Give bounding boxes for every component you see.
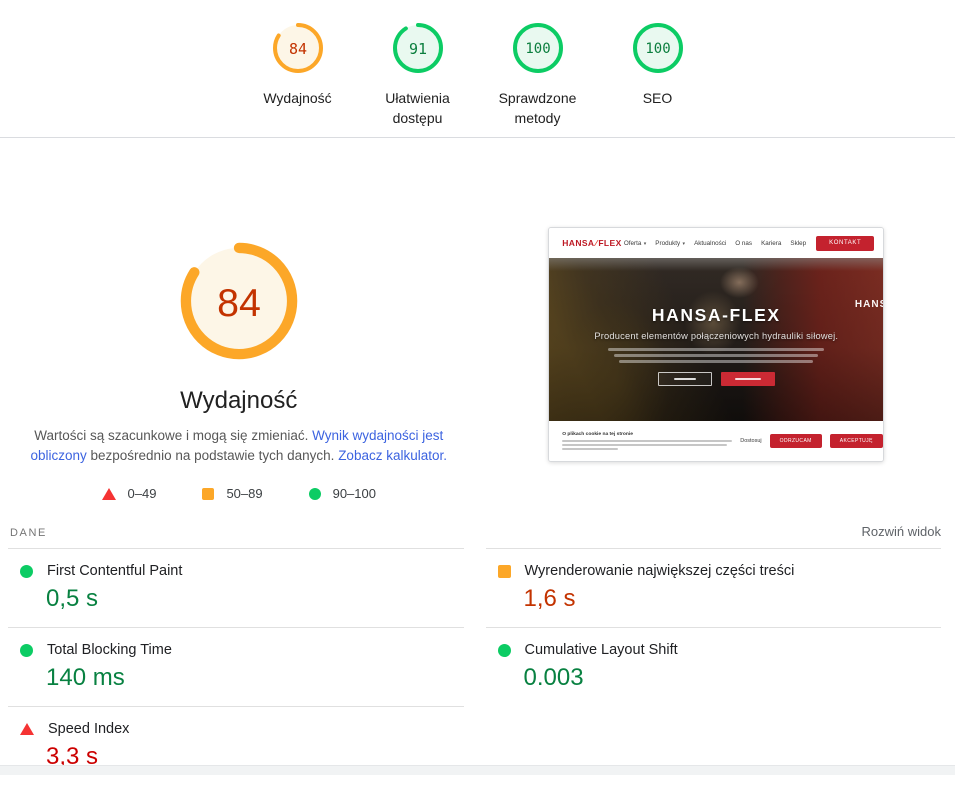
legend-item-average: 50–89 bbox=[202, 486, 262, 501]
site-hero-primary-button bbox=[721, 372, 775, 386]
metrics-section: DANE Rozwiń widok First Contentful Paint… bbox=[0, 516, 955, 785]
metrics-section-label: DANE bbox=[10, 527, 47, 539]
svg-text:100: 100 bbox=[645, 41, 670, 57]
site-nav-item: O nas bbox=[735, 240, 752, 247]
site-cookie-banner: O plikach cookie na tej stronie Dostosuj… bbox=[549, 421, 883, 461]
cookie-reject-button: ODRZUCAM bbox=[770, 434, 822, 448]
cookie-paragraph-placeholder bbox=[562, 440, 732, 442]
metric-label: First Contentful Paint bbox=[47, 563, 182, 579]
average-square-icon bbox=[498, 565, 511, 578]
site-hero-paragraph-placeholder bbox=[608, 348, 824, 363]
calculator-link[interactable]: Zobacz kalkulator. bbox=[338, 448, 447, 463]
category-label: Sprawdzone metody bbox=[482, 88, 594, 128]
cookie-customize-link: Dostosuj bbox=[740, 438, 761, 444]
average-square-icon bbox=[202, 488, 214, 500]
site-nav: Oferta ▾ Produkty ▾ Aktualności O nas Ka… bbox=[624, 240, 806, 247]
next-section-edge bbox=[0, 765, 955, 775]
site-hero-subtitle: Producent elementów połączeniowych hydra… bbox=[594, 331, 838, 341]
category-scores-row: 84 Wydajność 91 Ułatwienia dostępu 100 bbox=[238, 0, 718, 137]
metric-label: Speed Index bbox=[48, 721, 129, 737]
svg-text:91: 91 bbox=[408, 40, 426, 58]
category-label: Ułatwienia dostępu bbox=[362, 88, 474, 128]
chevron-down-icon: ▾ bbox=[681, 241, 685, 247]
svg-text:100: 100 bbox=[525, 41, 550, 57]
category-best-practices[interactable]: 100 Sprawdzone metody bbox=[478, 20, 598, 137]
metric-value: 0.003 bbox=[524, 663, 942, 693]
good-circle-icon bbox=[309, 488, 321, 500]
cookie-accept-button: AKCEPTUJĘ bbox=[830, 434, 883, 448]
svg-text:84: 84 bbox=[288, 40, 306, 58]
metric-value: 0,5 s bbox=[46, 584, 464, 614]
best-practices-gauge-icon: 100 bbox=[510, 20, 566, 76]
poor-triangle-icon bbox=[20, 723, 34, 735]
metric-label: Total Blocking Time bbox=[47, 642, 172, 658]
legend-item-good: 90–100 bbox=[309, 486, 376, 501]
site-hero-image: HANS HANSA-FLEX Producent elementów połą… bbox=[549, 258, 883, 421]
performance-gauge-icon: 84 bbox=[270, 20, 326, 76]
site-hero-buttons bbox=[658, 372, 775, 386]
category-label: SEO bbox=[643, 88, 673, 108]
metric-largest-contentful-paint: Wyrenderowanie największej części treści… bbox=[486, 548, 942, 627]
site-hero-title: HANSA-FLEX bbox=[652, 305, 781, 326]
chevron-down-icon: ▾ bbox=[642, 241, 646, 247]
site-contact-button: KONTAKT bbox=[816, 236, 874, 251]
site-nav-item: Sklep bbox=[790, 240, 806, 247]
metrics-column-right: Wyrenderowanie największej części treści… bbox=[486, 548, 942, 785]
site-nav-item: Oferta ▾ bbox=[624, 240, 646, 247]
performance-score-gauge: 84 bbox=[180, 242, 298, 360]
category-scores-header: 84 Wydajność 91 Ułatwienia dostępu 100 bbox=[0, 0, 955, 138]
cookie-banner-title: O plikach cookie na tej stronie bbox=[562, 432, 732, 437]
seo-gauge-icon: 100 bbox=[630, 20, 686, 76]
site-hero-secondary-button bbox=[658, 372, 712, 386]
cookie-text-block: O plikach cookie na tej stronie bbox=[562, 432, 732, 450]
site-nav-item: Produkty ▾ bbox=[655, 240, 685, 247]
screenshot-pane: HANSA⁄FLEX Oferta ▾ Produkty ▾ Aktualnoś… bbox=[478, 138, 955, 516]
metrics-grid: First Contentful Paint 0,5 s Total Block… bbox=[8, 548, 941, 785]
legend-range: 90–100 bbox=[333, 486, 376, 501]
score-description: Wartości są szacunkowe i mogą się zmieni… bbox=[21, 426, 457, 466]
poor-triangle-icon bbox=[102, 488, 116, 500]
metric-first-contentful-paint: First Contentful Paint 0,5 s bbox=[8, 548, 464, 627]
good-circle-icon bbox=[20, 565, 33, 578]
good-circle-icon bbox=[498, 644, 511, 657]
legend-range: 0–49 bbox=[128, 486, 157, 501]
metric-value: 1,6 s bbox=[524, 584, 942, 614]
cookie-paragraph-placeholder bbox=[562, 444, 727, 446]
score-pane: 84 Wydajność Wartości są szacunkowe i mo… bbox=[0, 138, 478, 516]
score-description-text: bezpośrednio na podstawie tych danych. bbox=[87, 448, 338, 463]
category-performance[interactable]: 84 Wydajność bbox=[238, 20, 358, 137]
site-nav-item: Aktualności bbox=[694, 240, 726, 247]
accessibility-gauge-icon: 91 bbox=[390, 20, 446, 76]
site-hero-content: HANSA-FLEX Producent elementów połączeni… bbox=[549, 258, 883, 421]
score-title: Wydajność bbox=[180, 386, 297, 416]
score-description-text: Wartości są szacunkowe i mogą się zmieni… bbox=[34, 428, 312, 443]
metric-label: Cumulative Layout Shift bbox=[525, 642, 678, 658]
svg-text:84: 84 bbox=[217, 281, 261, 325]
site-nav-item: Kariera bbox=[761, 240, 781, 247]
expand-view-button[interactable]: Rozwiń widok bbox=[862, 524, 941, 539]
legend-item-poor: 0–49 bbox=[102, 486, 157, 501]
metric-label: Wyrenderowanie największej części treści bbox=[525, 563, 795, 579]
site-header: HANSA⁄FLEX Oferta ▾ Produkty ▾ Aktualnoś… bbox=[549, 228, 883, 258]
good-circle-icon bbox=[20, 644, 33, 657]
page-screenshot-thumbnail[interactable]: HANSA⁄FLEX Oferta ▾ Produkty ▾ Aktualnoś… bbox=[548, 227, 884, 462]
metrics-column-left: First Contentful Paint 0,5 s Total Block… bbox=[8, 548, 464, 785]
score-legend: 0–49 50–89 90–100 bbox=[102, 486, 376, 501]
cookie-paragraph-placeholder bbox=[562, 448, 618, 450]
category-accessibility[interactable]: 91 Ułatwienia dostępu bbox=[358, 20, 478, 137]
legend-range: 50–89 bbox=[226, 486, 262, 501]
category-seo[interactable]: 100 SEO bbox=[598, 20, 718, 137]
category-label: Wydajność bbox=[263, 88, 331, 108]
performance-report: 84 Wydajność Wartości są szacunkowe i mo… bbox=[0, 138, 955, 516]
metrics-header: DANE Rozwiń widok bbox=[8, 516, 941, 548]
metric-total-blocking-time: Total Blocking Time 140 ms bbox=[8, 627, 464, 706]
site-logo: HANSA⁄FLEX bbox=[562, 238, 621, 248]
metric-cumulative-layout-shift: Cumulative Layout Shift 0.003 bbox=[486, 627, 942, 706]
metric-value: 140 ms bbox=[46, 663, 464, 693]
